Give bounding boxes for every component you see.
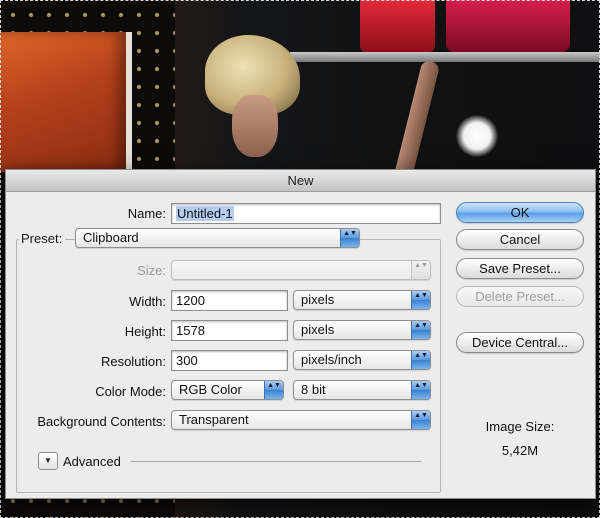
- bit-depth-select[interactable]: 8 bit ▲▼: [293, 380, 431, 400]
- resolution-unit-value: pixels/inch: [301, 352, 362, 367]
- popup-arrows-icon: ▲▼: [340, 229, 359, 247]
- dialog-title: New: [6, 170, 595, 192]
- popup-arrows-icon: ▲▼: [411, 411, 430, 429]
- popup-arrows-icon: ▲▼: [411, 351, 430, 369]
- bit-depth-value: 8 bit: [301, 382, 326, 397]
- advanced-disclosure-button[interactable]: ▼: [38, 452, 58, 470]
- height-unit-select[interactable]: pixels ▲▼: [293, 320, 431, 340]
- color-mode-value: RGB Color: [179, 382, 242, 397]
- popup-arrows-icon: ▲▼: [411, 291, 430, 309]
- background-contents-label: Background Contents:: [37, 414, 166, 429]
- popup-arrows-icon: ▲▼: [264, 381, 283, 399]
- resolution-label: Resolution:: [100, 354, 166, 369]
- image-size-value: 5,42M: [501, 443, 539, 458]
- resolution-input[interactable]: 300: [171, 350, 288, 371]
- size-label: Size:: [137, 263, 166, 278]
- advanced-label: Advanced: [63, 454, 121, 469]
- popup-arrows-icon: ▲▼: [411, 321, 430, 339]
- name-label: Name:: [127, 206, 166, 221]
- preset-value: Clipboard: [83, 230, 139, 245]
- color-mode-label: Color Mode:: [95, 384, 166, 399]
- new-document-dialog: New Name: Untitled-1 Preset: Clipboard ▲…: [5, 169, 596, 499]
- size-select[interactable]: ▲▼: [171, 260, 431, 280]
- popup-arrows-icon: ▲▼: [411, 381, 430, 399]
- delete-preset-button[interactable]: Delete Preset...: [456, 286, 584, 307]
- preset-select[interactable]: Clipboard ▲▼: [75, 228, 360, 248]
- save-preset-button[interactable]: Save Preset...: [456, 258, 584, 279]
- device-central-button[interactable]: Device Central...: [456, 332, 584, 353]
- background-contents-select[interactable]: Transparent ▲▼: [171, 410, 431, 430]
- height-label: Height:: [124, 324, 166, 339]
- disclosure-triangle-icon: ▼: [44, 456, 52, 465]
- name-input[interactable]: Untitled-1: [171, 203, 441, 224]
- image-size-label: Image Size:: [485, 419, 555, 434]
- width-unit-value: pixels: [301, 292, 335, 307]
- background-contents-value: Transparent: [179, 412, 249, 427]
- width-label: Width:: [129, 294, 166, 309]
- color-mode-select[interactable]: RGB Color ▲▼: [171, 380, 284, 400]
- resolution-unit-select[interactable]: pixels/inch ▲▼: [293, 350, 431, 370]
- height-input[interactable]: 1578: [171, 320, 288, 341]
- height-unit-value: pixels: [301, 322, 335, 337]
- popup-arrows-icon: ▲▼: [411, 261, 430, 279]
- width-unit-select[interactable]: pixels ▲▼: [293, 290, 431, 310]
- advanced-divider: [131, 461, 421, 462]
- width-input[interactable]: 1200: [171, 290, 288, 311]
- ok-button[interactable]: OK: [456, 202, 584, 223]
- preset-label: Preset:: [19, 231, 66, 246]
- name-value: Untitled-1: [176, 206, 234, 221]
- cancel-button[interactable]: Cancel: [456, 229, 584, 250]
